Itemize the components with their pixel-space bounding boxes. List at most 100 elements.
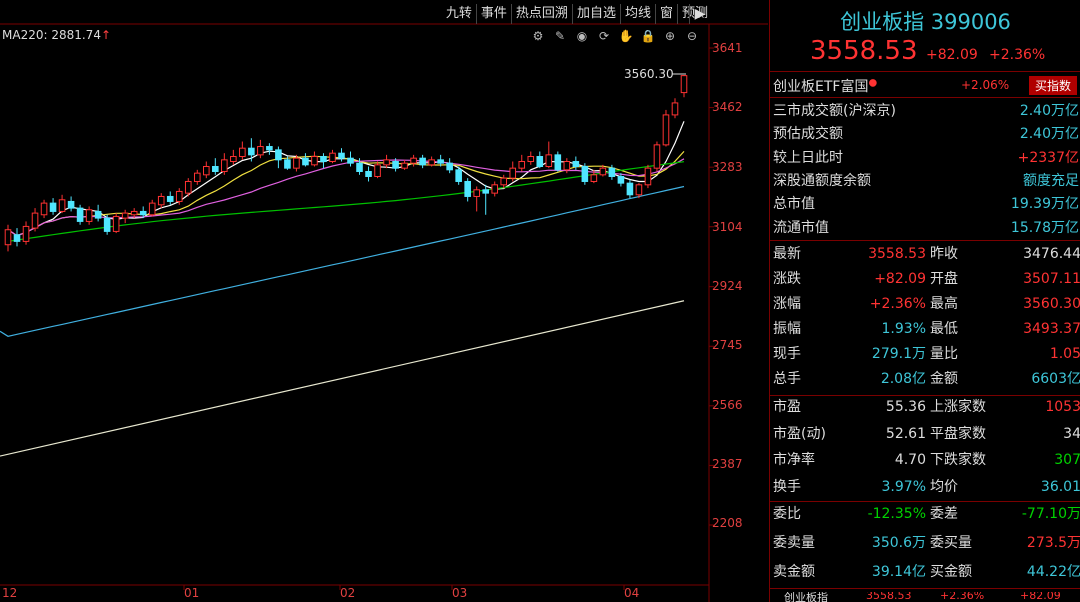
market-row: 较上日此时 +2337亿 bbox=[770, 147, 1080, 169]
candle-body bbox=[347, 157, 354, 164]
index-title: 创业板指 399006 bbox=[840, 10, 1011, 34]
candle-body bbox=[563, 161, 571, 171]
quote-value-right: 3493.37 bbox=[1023, 321, 1080, 337]
divider bbox=[770, 240, 1080, 241]
candle-body bbox=[121, 212, 129, 219]
chart-toolbar: 九转 事件 热点回溯 加自选 均线 窗 预测 bbox=[442, 4, 712, 24]
quote-row: 最新 3558.53 昨收 3476.44 bbox=[770, 243, 1080, 265]
stats-label-left: 换手 bbox=[773, 478, 801, 495]
y-tick: 3104 bbox=[712, 220, 743, 234]
kline-chart-area[interactable]: 九转 事件 热点回溯 加自选 均线 窗 预测 ▶ MA220: 2881.74↑… bbox=[0, 0, 768, 602]
market-row: 总市值 19.39万亿 bbox=[770, 193, 1080, 215]
quote-value-left: 2.08亿 bbox=[880, 371, 926, 387]
pen-icon[interactable]: ✎ bbox=[552, 28, 568, 44]
order-row: 卖金额 39.14亿 买金额 44.22亿 bbox=[770, 561, 1080, 583]
candle-body bbox=[599, 167, 607, 176]
y-tick: 3283 bbox=[712, 160, 743, 174]
candle-body bbox=[473, 189, 480, 197]
candle-body bbox=[419, 157, 426, 166]
candle-body bbox=[157, 195, 165, 206]
cycle-icon[interactable]: ⟳ bbox=[596, 28, 612, 44]
market-value: 2.40万亿 bbox=[1019, 103, 1079, 119]
hand-icon[interactable]: ✋ bbox=[618, 28, 634, 44]
candle-body bbox=[239, 147, 246, 158]
candle-body bbox=[500, 177, 508, 186]
bottom-change: +82.09 bbox=[1020, 592, 1061, 602]
candle-body bbox=[527, 156, 535, 163]
candle-body bbox=[653, 144, 661, 169]
lock-icon[interactable]: 🔒 bbox=[640, 28, 656, 44]
candle-body bbox=[374, 164, 381, 177]
quote-label-left: 涨幅 bbox=[773, 296, 801, 312]
stats-label-left: 市盈(动) bbox=[773, 425, 826, 442]
order-label-right: 买金额 bbox=[930, 564, 972, 580]
collapse-right-icon[interactable]: ▶ bbox=[689, 4, 710, 24]
ma220-line bbox=[0, 300, 685, 457]
eye-icon[interactable]: ◉ bbox=[574, 28, 590, 44]
market-row: 三市成交额(沪深京) 2.40万亿 bbox=[770, 100, 1080, 122]
order-value-right: -77.10万 bbox=[1021, 506, 1080, 522]
candle-body bbox=[518, 161, 526, 169]
x-tick: 04 bbox=[624, 586, 640, 600]
zoom-in-icon[interactable]: ⊕ bbox=[662, 28, 678, 44]
toolbar-add-watchlist-button[interactable]: 加自选 bbox=[571, 4, 620, 24]
candle-body bbox=[76, 207, 84, 222]
stats-value-left: 55.36 bbox=[885, 399, 926, 415]
market-label: 深股通额度余额 bbox=[773, 172, 871, 189]
etf-name[interactable]: 创业板ETF富国● bbox=[773, 76, 877, 96]
candle-body bbox=[590, 174, 598, 182]
candle-body bbox=[22, 225, 30, 242]
settings-icon[interactable]: ⚙ bbox=[530, 28, 546, 44]
candle-body bbox=[617, 175, 625, 184]
candle-body bbox=[554, 154, 562, 171]
quote-value-right: 1.05 bbox=[1049, 346, 1080, 362]
order-row: 委卖量 350.6万 委买量 273.5万 bbox=[770, 532, 1080, 554]
quote-value-right: 3560.30 bbox=[1023, 296, 1080, 312]
divider bbox=[770, 588, 1080, 589]
quote-row: 涨跌 +82.09 开盘 3507.11 bbox=[770, 268, 1080, 290]
stats-value-right: 307 bbox=[1054, 452, 1080, 468]
candle-body bbox=[446, 162, 453, 171]
quote-value-left: 1.93% bbox=[881, 321, 926, 337]
candle-body bbox=[410, 157, 417, 164]
order-label-right: 委差 bbox=[930, 506, 958, 522]
quote-label-left: 总手 bbox=[773, 371, 801, 387]
quote-row: 涨幅 +2.36% 最高 3560.30 bbox=[770, 293, 1080, 315]
candle-body bbox=[193, 172, 201, 182]
kline-chart[interactable] bbox=[0, 0, 768, 602]
order-value-left: 350.6万 bbox=[871, 535, 926, 551]
candle-body bbox=[671, 102, 679, 116]
toolbar-jiuzhuan-button[interactable]: 九转 bbox=[442, 4, 476, 24]
index-change-pct: +2.36% bbox=[989, 47, 1046, 63]
stats-label-left: 市净率 bbox=[773, 452, 815, 468]
market-value: +2337亿 bbox=[1017, 149, 1079, 166]
stats-value-right: 34 bbox=[1063, 425, 1080, 442]
quote-label-right: 金额 bbox=[930, 371, 958, 387]
toolbar-events-button[interactable]: 事件 bbox=[475, 4, 511, 24]
buy-index-button[interactable]: 买指数 bbox=[1029, 76, 1078, 95]
quote-label-right: 最低 bbox=[930, 321, 958, 337]
toolbar-hot-replay-button[interactable]: 热点回溯 bbox=[510, 4, 572, 24]
etf-name-text: 创业板ETF富国 bbox=[773, 79, 869, 95]
market-label: 总市值 bbox=[773, 196, 815, 213]
quote-row: 总手 2.08亿 金额 6603亿 bbox=[770, 368, 1080, 390]
toolbar-window-button[interactable]: 窗 bbox=[654, 4, 677, 24]
candle-body bbox=[680, 75, 688, 94]
candle-body bbox=[311, 156, 318, 166]
stats-label-right: 平盘家数 bbox=[930, 425, 986, 442]
bottom-pct: +2.36% bbox=[940, 592, 985, 602]
zoom-out-icon[interactable]: ⊖ bbox=[684, 28, 700, 44]
candle-body bbox=[401, 162, 408, 169]
quote-panel: 创业板指 399006 3558.53 +82.09 +2.36% 创业板ETF… bbox=[769, 0, 1080, 602]
candle-body bbox=[356, 162, 363, 172]
quote-value-left: +82.09 bbox=[874, 271, 926, 287]
quote-label-left: 振幅 bbox=[773, 321, 801, 337]
market-row: 深股通额度余额 额度充足 bbox=[770, 170, 1080, 192]
candle-body bbox=[130, 210, 138, 216]
stats-value-left: 52.61 bbox=[885, 425, 926, 442]
stats-label-right: 下跌家数 bbox=[930, 452, 986, 468]
quote-row: 振幅 1.93% 最低 3493.37 bbox=[770, 318, 1080, 340]
etf-change-pct: +2.06% bbox=[961, 78, 1010, 92]
toolbar-ma-button[interactable]: 均线 bbox=[619, 4, 655, 24]
stats-row: 市盈(动) 52.61 平盘家数 34 bbox=[770, 423, 1080, 445]
